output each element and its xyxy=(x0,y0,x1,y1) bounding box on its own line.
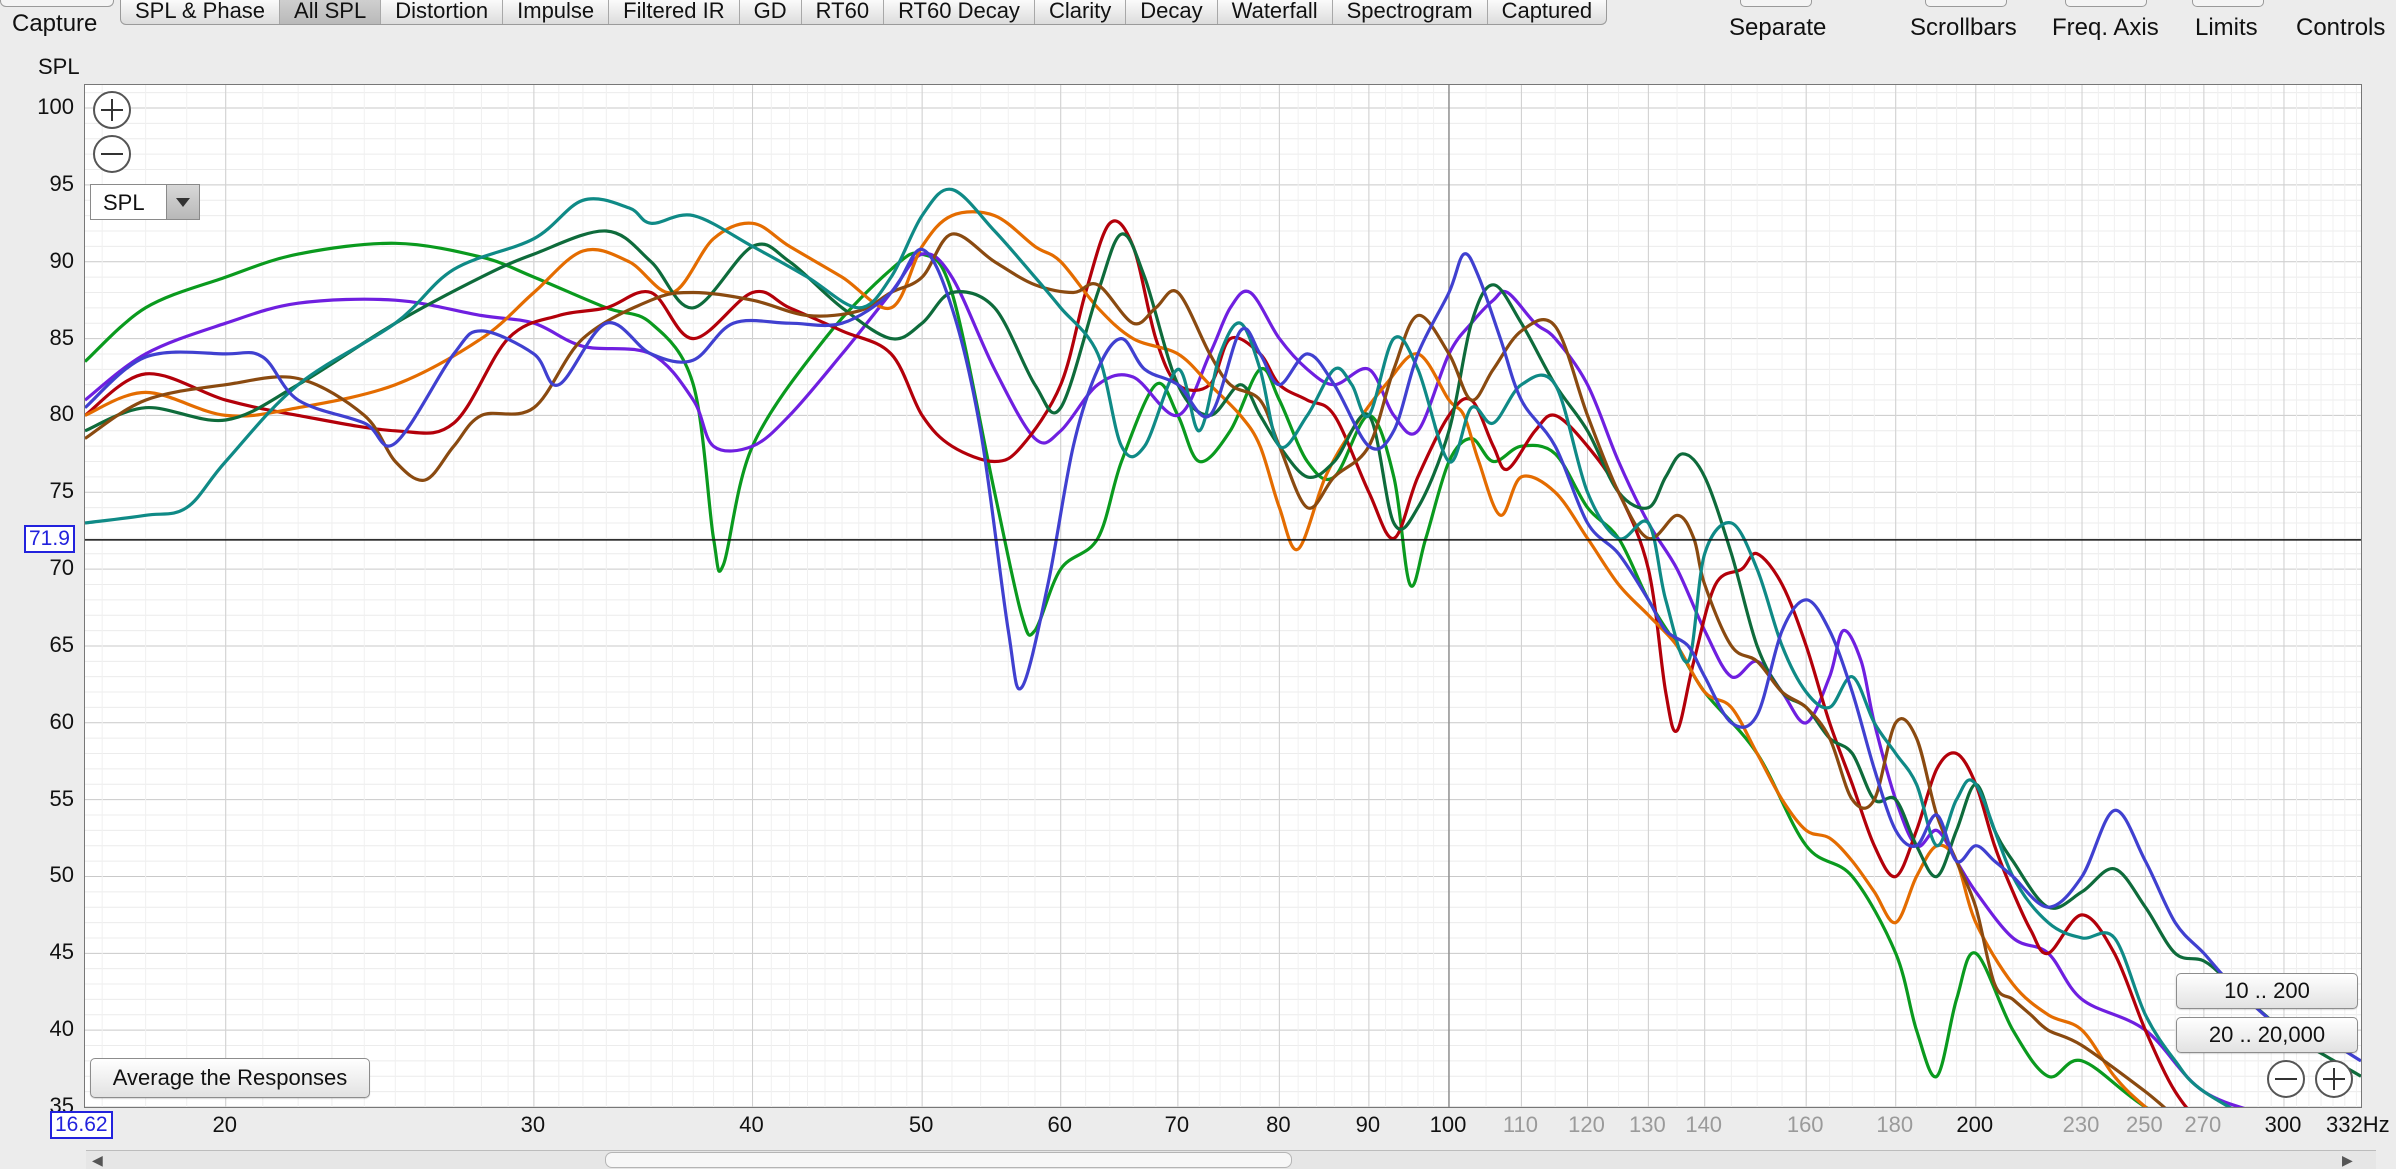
scrollbar-thumb[interactable] xyxy=(605,1152,1292,1168)
separate-button-label[interactable]: Separate xyxy=(1729,14,1826,42)
y-tick-label: 85 xyxy=(49,324,74,350)
controls-button-label[interactable]: Controls xyxy=(2296,14,2385,42)
x-tick-label: 60 xyxy=(1047,1112,1072,1137)
x-tick-label: 120 xyxy=(1568,1112,1605,1137)
y-tick-label: 75 xyxy=(49,478,74,504)
tab-all-spl[interactable]: All SPL xyxy=(280,0,382,24)
tab-waterfall[interactable]: Waterfall xyxy=(1218,0,1333,24)
separate-icon[interactable] xyxy=(1740,0,1812,7)
limits-button-label[interactable]: Limits xyxy=(2195,14,2258,42)
x-tick-label: 300 xyxy=(2264,1112,2302,1137)
y-tick-label: 80 xyxy=(49,401,74,427)
x-tick-label: 140 xyxy=(1685,1112,1723,1137)
x-tick-label: 40 xyxy=(739,1112,764,1137)
y-axis-title: SPL xyxy=(38,54,80,79)
scroll-left-icon[interactable]: ◀ xyxy=(92,1152,103,1169)
x-tick-label: 30 xyxy=(520,1112,546,1137)
spl-chart[interactable] xyxy=(85,85,2361,1107)
range-20-20000-button[interactable]: 20 .. 20,000 xyxy=(2176,1017,2358,1053)
zoom-in-x-icon[interactable] xyxy=(2315,1060,2353,1098)
scrollbars-icon[interactable] xyxy=(1925,0,2007,7)
select-value: SPL xyxy=(103,190,145,215)
tab-spl-phase[interactable]: SPL & Phase xyxy=(121,0,281,24)
zoom-out-x-icon[interactable] xyxy=(2267,1060,2305,1098)
x-axis-end-label: 332Hz xyxy=(2326,1112,2390,1137)
x-tick-label: 180 xyxy=(1876,1112,1914,1137)
y-tick-label: 45 xyxy=(49,939,74,965)
data-type-select[interactable]: SPL xyxy=(90,184,200,220)
tab-distortion[interactable]: Distortion xyxy=(381,0,504,24)
x-tick-label: 130 xyxy=(1629,1112,1666,1137)
scrollbars-button-label[interactable]: Scrollbars xyxy=(1910,14,2017,42)
plot-area[interactable] xyxy=(84,84,2362,1108)
limits-icon[interactable] xyxy=(2192,0,2264,7)
x-tick-label: 160 xyxy=(1786,1112,1824,1137)
tab-spectrogram[interactable]: Spectrogram xyxy=(1333,0,1488,24)
tab-clarity[interactable]: Clarity xyxy=(1035,0,1127,24)
x-tick-label: 110 xyxy=(1502,1112,1538,1137)
spl-curve-5 xyxy=(85,229,2361,1078)
capture-button-label[interactable]: Capture xyxy=(12,10,97,38)
spl-curve-6 xyxy=(85,232,2167,1107)
scroll-right-icon[interactable]: ▶ xyxy=(2342,1152,2353,1169)
x-tick-label: 50 xyxy=(908,1112,934,1137)
tab-decay[interactable]: Decay xyxy=(1126,0,1218,24)
y-tick-label: 50 xyxy=(49,862,74,888)
y-tick-label: 70 xyxy=(49,555,74,581)
tab-filtered-ir[interactable]: Filtered IR xyxy=(609,0,740,24)
range-10-200-button[interactable]: 10 .. 200 xyxy=(2176,973,2358,1009)
chevron-down-icon[interactable] xyxy=(166,185,199,219)
zoom-in-icon[interactable] xyxy=(93,91,131,129)
tab-impulse[interactable]: Impulse xyxy=(503,0,610,24)
x-tick-label: 100 xyxy=(1429,1112,1467,1137)
average-responses-button[interactable]: Average the Responses xyxy=(90,1058,370,1098)
freq-axis-icon[interactable] xyxy=(2065,0,2147,7)
y-cursor-readout[interactable]: 71.9 xyxy=(24,524,75,553)
x-tick-label: 250 xyxy=(2126,1112,2163,1137)
x-tick-label: 230 xyxy=(2062,1112,2100,1137)
x-tick-label: 270 xyxy=(2184,1112,2222,1137)
tab-captured[interactable]: Captured xyxy=(1488,0,1607,24)
zoom-out-icon[interactable] xyxy=(93,135,131,173)
y-tick-label: 55 xyxy=(49,785,74,811)
y-tick-label: 90 xyxy=(49,247,74,273)
x-tick-label: 20 xyxy=(212,1112,237,1137)
y-tick-label: 40 xyxy=(49,1016,74,1042)
tab-gd[interactable]: GD xyxy=(740,0,802,24)
tab-rt60-decay[interactable]: RT60 Decay xyxy=(884,0,1035,24)
capture-icon[interactable] xyxy=(0,0,114,7)
x-tick-label: 80 xyxy=(1266,1112,1291,1137)
x-tick-label: 70 xyxy=(1164,1112,1190,1137)
x-cursor-readout[interactable]: 16.62 xyxy=(50,1111,113,1139)
y-tick-label: 65 xyxy=(49,631,74,657)
x-tick-label: 200 xyxy=(1956,1112,1994,1137)
y-tick-label: 95 xyxy=(49,170,74,196)
freq-axis-button-label[interactable]: Freq. Axis xyxy=(2052,14,2159,42)
view-tabs: SPL & Phase All SPL Distortion Impulse F… xyxy=(120,0,1608,25)
x-tick-label: 90 xyxy=(1355,1112,1381,1137)
y-tick-label: 60 xyxy=(49,708,74,734)
y-tick-label: 100 xyxy=(37,94,74,120)
tab-rt60[interactable]: RT60 xyxy=(802,0,885,24)
